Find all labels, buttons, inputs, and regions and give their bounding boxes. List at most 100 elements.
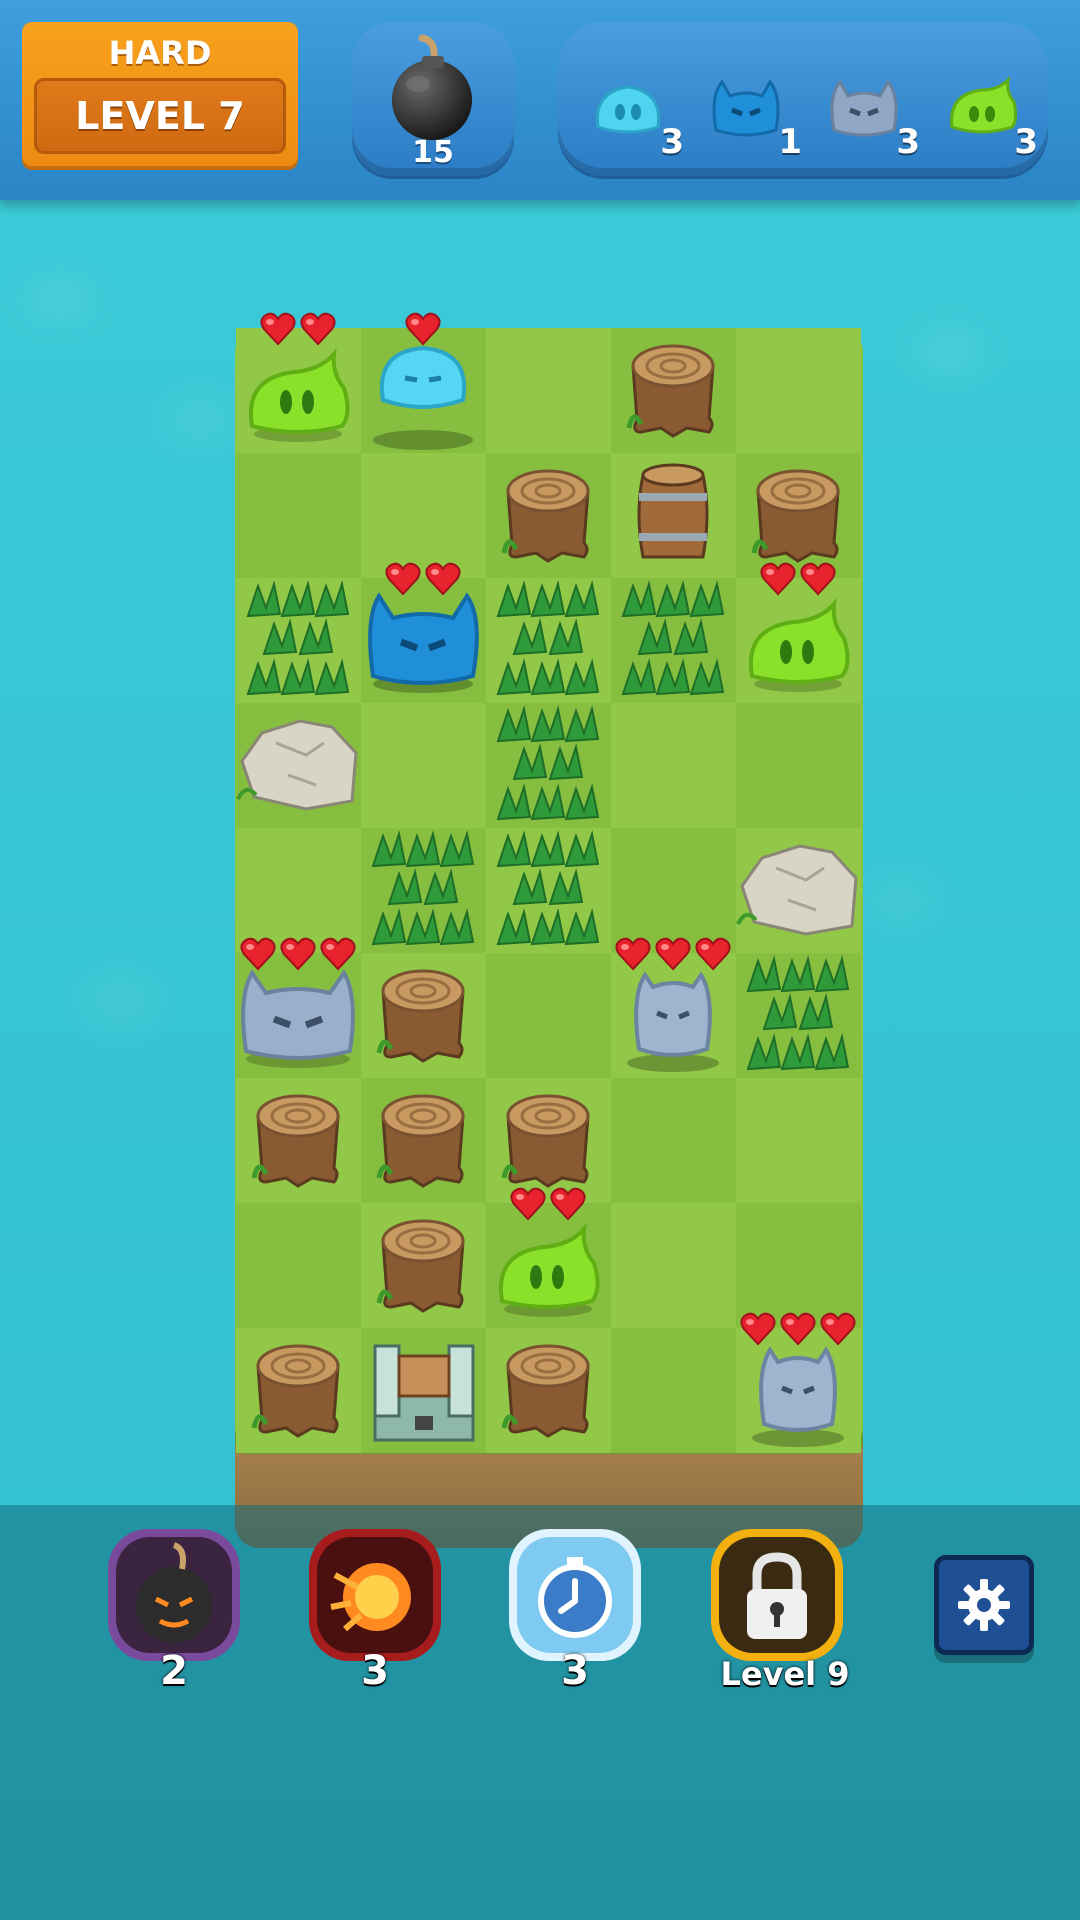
heart-icon xyxy=(405,312,441,350)
stump-obstacle[interactable] xyxy=(486,453,611,578)
heart-icon xyxy=(780,1312,816,1350)
board-tile[interactable] xyxy=(736,328,861,453)
grass-obstacle[interactable] xyxy=(236,578,361,703)
health-hearts xyxy=(260,312,336,350)
stump-obstacle[interactable] xyxy=(361,1203,486,1328)
stump-icon xyxy=(376,1219,465,1313)
barrel-icon xyxy=(637,463,709,559)
rock-obstacle[interactable] xyxy=(236,703,361,828)
grass-obstacle[interactable] xyxy=(486,828,611,953)
settings-button[interactable] xyxy=(934,1555,1034,1655)
grass-obstacle[interactable] xyxy=(736,953,861,1078)
stump-obstacle[interactable] xyxy=(736,453,861,578)
target-count: 3 xyxy=(896,122,920,162)
grass-icon xyxy=(496,580,600,696)
health-hearts xyxy=(740,1312,856,1350)
rock-icon xyxy=(736,844,858,936)
heart-icon xyxy=(260,312,296,350)
difficulty-label: HARD xyxy=(108,34,212,72)
heart-icon xyxy=(425,562,461,600)
grass-obstacle[interactable] xyxy=(361,828,486,953)
board-tile[interactable] xyxy=(611,1328,736,1453)
board-tile[interactable] xyxy=(236,1203,361,1328)
board-tile[interactable] xyxy=(736,1203,861,1328)
top-hud: HARD LEVEL 7 15 3 1 3 3 xyxy=(0,0,1080,200)
stump-obstacle[interactable] xyxy=(486,1328,611,1453)
stump-icon xyxy=(751,469,840,563)
level-badge: HARD LEVEL 7 xyxy=(22,22,298,166)
stump-obstacle[interactable] xyxy=(361,953,486,1078)
heart-icon xyxy=(760,562,796,600)
grass-icon xyxy=(246,580,350,696)
grass-obstacle[interactable] xyxy=(486,703,611,828)
stump-icon xyxy=(501,1344,590,1438)
blue-horned-slime-icon xyxy=(712,79,780,137)
heart-icon xyxy=(280,937,316,975)
green-slime-icon xyxy=(950,75,1018,134)
grass-icon xyxy=(371,830,475,946)
board-tile[interactable] xyxy=(736,1078,861,1203)
board-tile[interactable] xyxy=(236,828,361,953)
crate-obstacle[interactable] xyxy=(361,1328,486,1453)
bomb-icon xyxy=(392,34,472,140)
board-tile[interactable] xyxy=(361,703,486,828)
bomb-booster[interactable] xyxy=(104,1525,244,1665)
health-hearts xyxy=(240,937,356,975)
health-hearts xyxy=(405,312,441,350)
target-gray-horned-slime: 3 xyxy=(824,72,920,162)
heart-icon xyxy=(240,937,276,975)
board-tile[interactable] xyxy=(236,453,361,578)
barrel-obstacle[interactable] xyxy=(611,453,736,578)
stump-icon xyxy=(501,469,590,563)
target-cyan-slime: 3 xyxy=(588,72,684,162)
health-hearts xyxy=(760,562,836,600)
locked-booster-label: Level 9 xyxy=(720,1655,850,1693)
grass-obstacle[interactable] xyxy=(611,578,736,703)
gray-horned-slime-icon xyxy=(830,79,898,137)
game-board[interactable] xyxy=(235,312,863,1453)
board-tile[interactable] xyxy=(486,953,611,1078)
fireball-booster[interactable] xyxy=(305,1525,445,1665)
board-tile[interactable] xyxy=(486,328,611,453)
stump-obstacle[interactable] xyxy=(486,1078,611,1203)
heart-icon xyxy=(615,937,651,975)
heart-icon xyxy=(320,937,356,975)
stump-obstacle[interactable] xyxy=(236,1328,361,1453)
heart-icon xyxy=(655,937,691,975)
board-tile[interactable] xyxy=(736,703,861,828)
freeze-time-booster[interactable] xyxy=(505,1525,645,1665)
target-count: 3 xyxy=(660,122,684,162)
stump-obstacle[interactable] xyxy=(236,1078,361,1203)
bomb-booster-count: 2 xyxy=(160,1648,188,1694)
board-tile[interactable] xyxy=(611,1203,736,1328)
board-tile[interactable] xyxy=(611,828,736,953)
board-tile[interactable] xyxy=(611,703,736,828)
heart-icon xyxy=(510,1187,546,1225)
stump-icon xyxy=(501,1094,590,1188)
locked-booster[interactable] xyxy=(707,1525,847,1665)
bombs-remaining: 15 xyxy=(412,135,454,170)
stump-obstacle[interactable] xyxy=(361,1078,486,1203)
stump-icon xyxy=(376,969,465,1063)
cyan-slime-icon xyxy=(595,85,661,134)
heart-icon xyxy=(820,1312,856,1350)
grass-obstacle[interactable] xyxy=(486,578,611,703)
grass-icon xyxy=(746,955,850,1071)
rock-obstacle[interactable] xyxy=(736,828,861,953)
crate-icon xyxy=(373,1344,475,1442)
board-tile[interactable] xyxy=(611,1078,736,1203)
stump-icon xyxy=(251,1094,340,1188)
target-blue-horned-slime: 1 xyxy=(706,72,802,162)
fireball-icon xyxy=(309,1529,441,1661)
target-goals: 3 1 3 3 xyxy=(558,22,1048,176)
rock-icon xyxy=(236,719,358,811)
heart-icon xyxy=(695,937,731,975)
target-count: 1 xyxy=(778,122,802,162)
lock-icon xyxy=(711,1529,843,1661)
bomb-booster-icon xyxy=(108,1529,240,1661)
health-hearts xyxy=(510,1187,586,1225)
freeze-time-booster-count: 3 xyxy=(561,1648,589,1694)
board-tile[interactable] xyxy=(361,453,486,578)
stopwatch-icon xyxy=(509,1529,641,1661)
stump-obstacle[interactable] xyxy=(611,328,736,453)
